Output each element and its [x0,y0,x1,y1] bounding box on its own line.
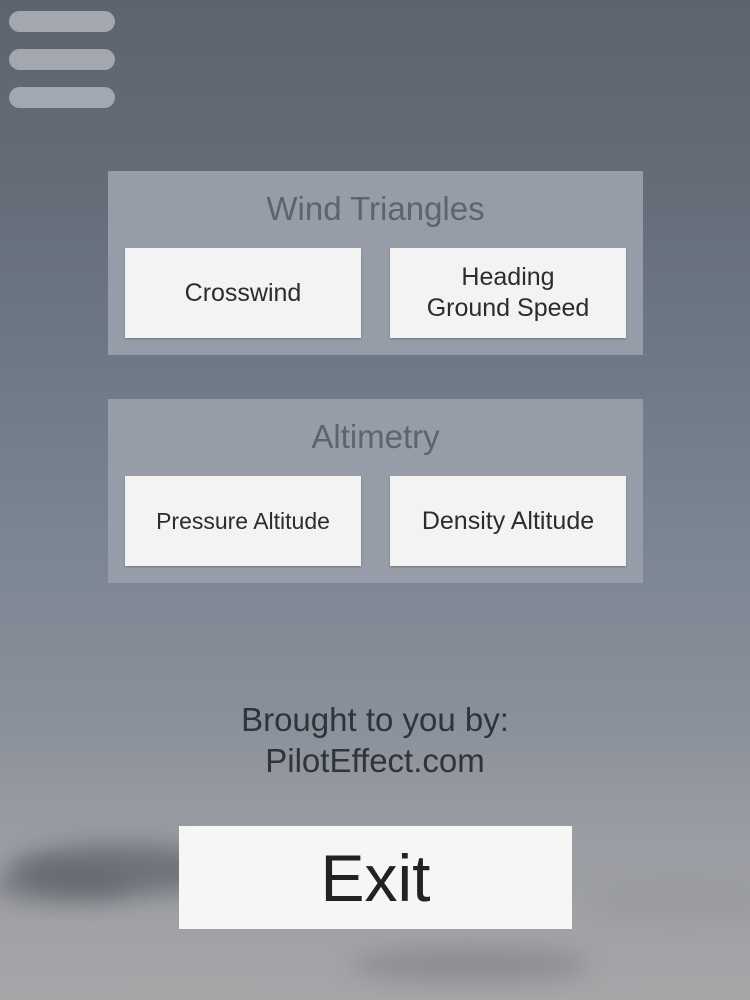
credit-website: PilotEffect.com [265,742,485,779]
heading-ground-speed-label: Heading Ground Speed [427,262,590,324]
menu-bar [9,87,115,108]
pressure-altitude-button[interactable]: Pressure Altitude [125,476,361,566]
altimetry-panel: Altimetry Pressure Altitude Density Alti… [108,399,643,583]
density-altitude-label: Density Altitude [421,506,595,535]
menu-bar [9,49,115,70]
heading-label-line1: Heading [461,263,555,291]
hamburger-menu-icon[interactable] [9,11,115,109]
heading-label-line2: Ground Speed [426,294,590,322]
altimetry-title: Altimetry [311,418,440,455]
credit-line: Brought to you by: [241,701,509,738]
crosswind-label: Crosswind [184,278,302,307]
wind-triangles-panel: Wind Triangles Crosswind Heading Ground … [108,171,643,355]
heading-ground-speed-button[interactable]: Heading Ground Speed [390,248,626,338]
pressure-altitude-label: Pressure Altitude [156,507,330,534]
menu-bar [9,11,115,32]
crosswind-button[interactable]: Crosswind [125,248,361,338]
wind-triangles-title: Wind Triangles [266,190,485,227]
exit-label: Exit [320,840,431,915]
density-altitude-button[interactable]: Density Altitude [390,476,626,566]
exit-button[interactable]: Exit [179,826,572,929]
